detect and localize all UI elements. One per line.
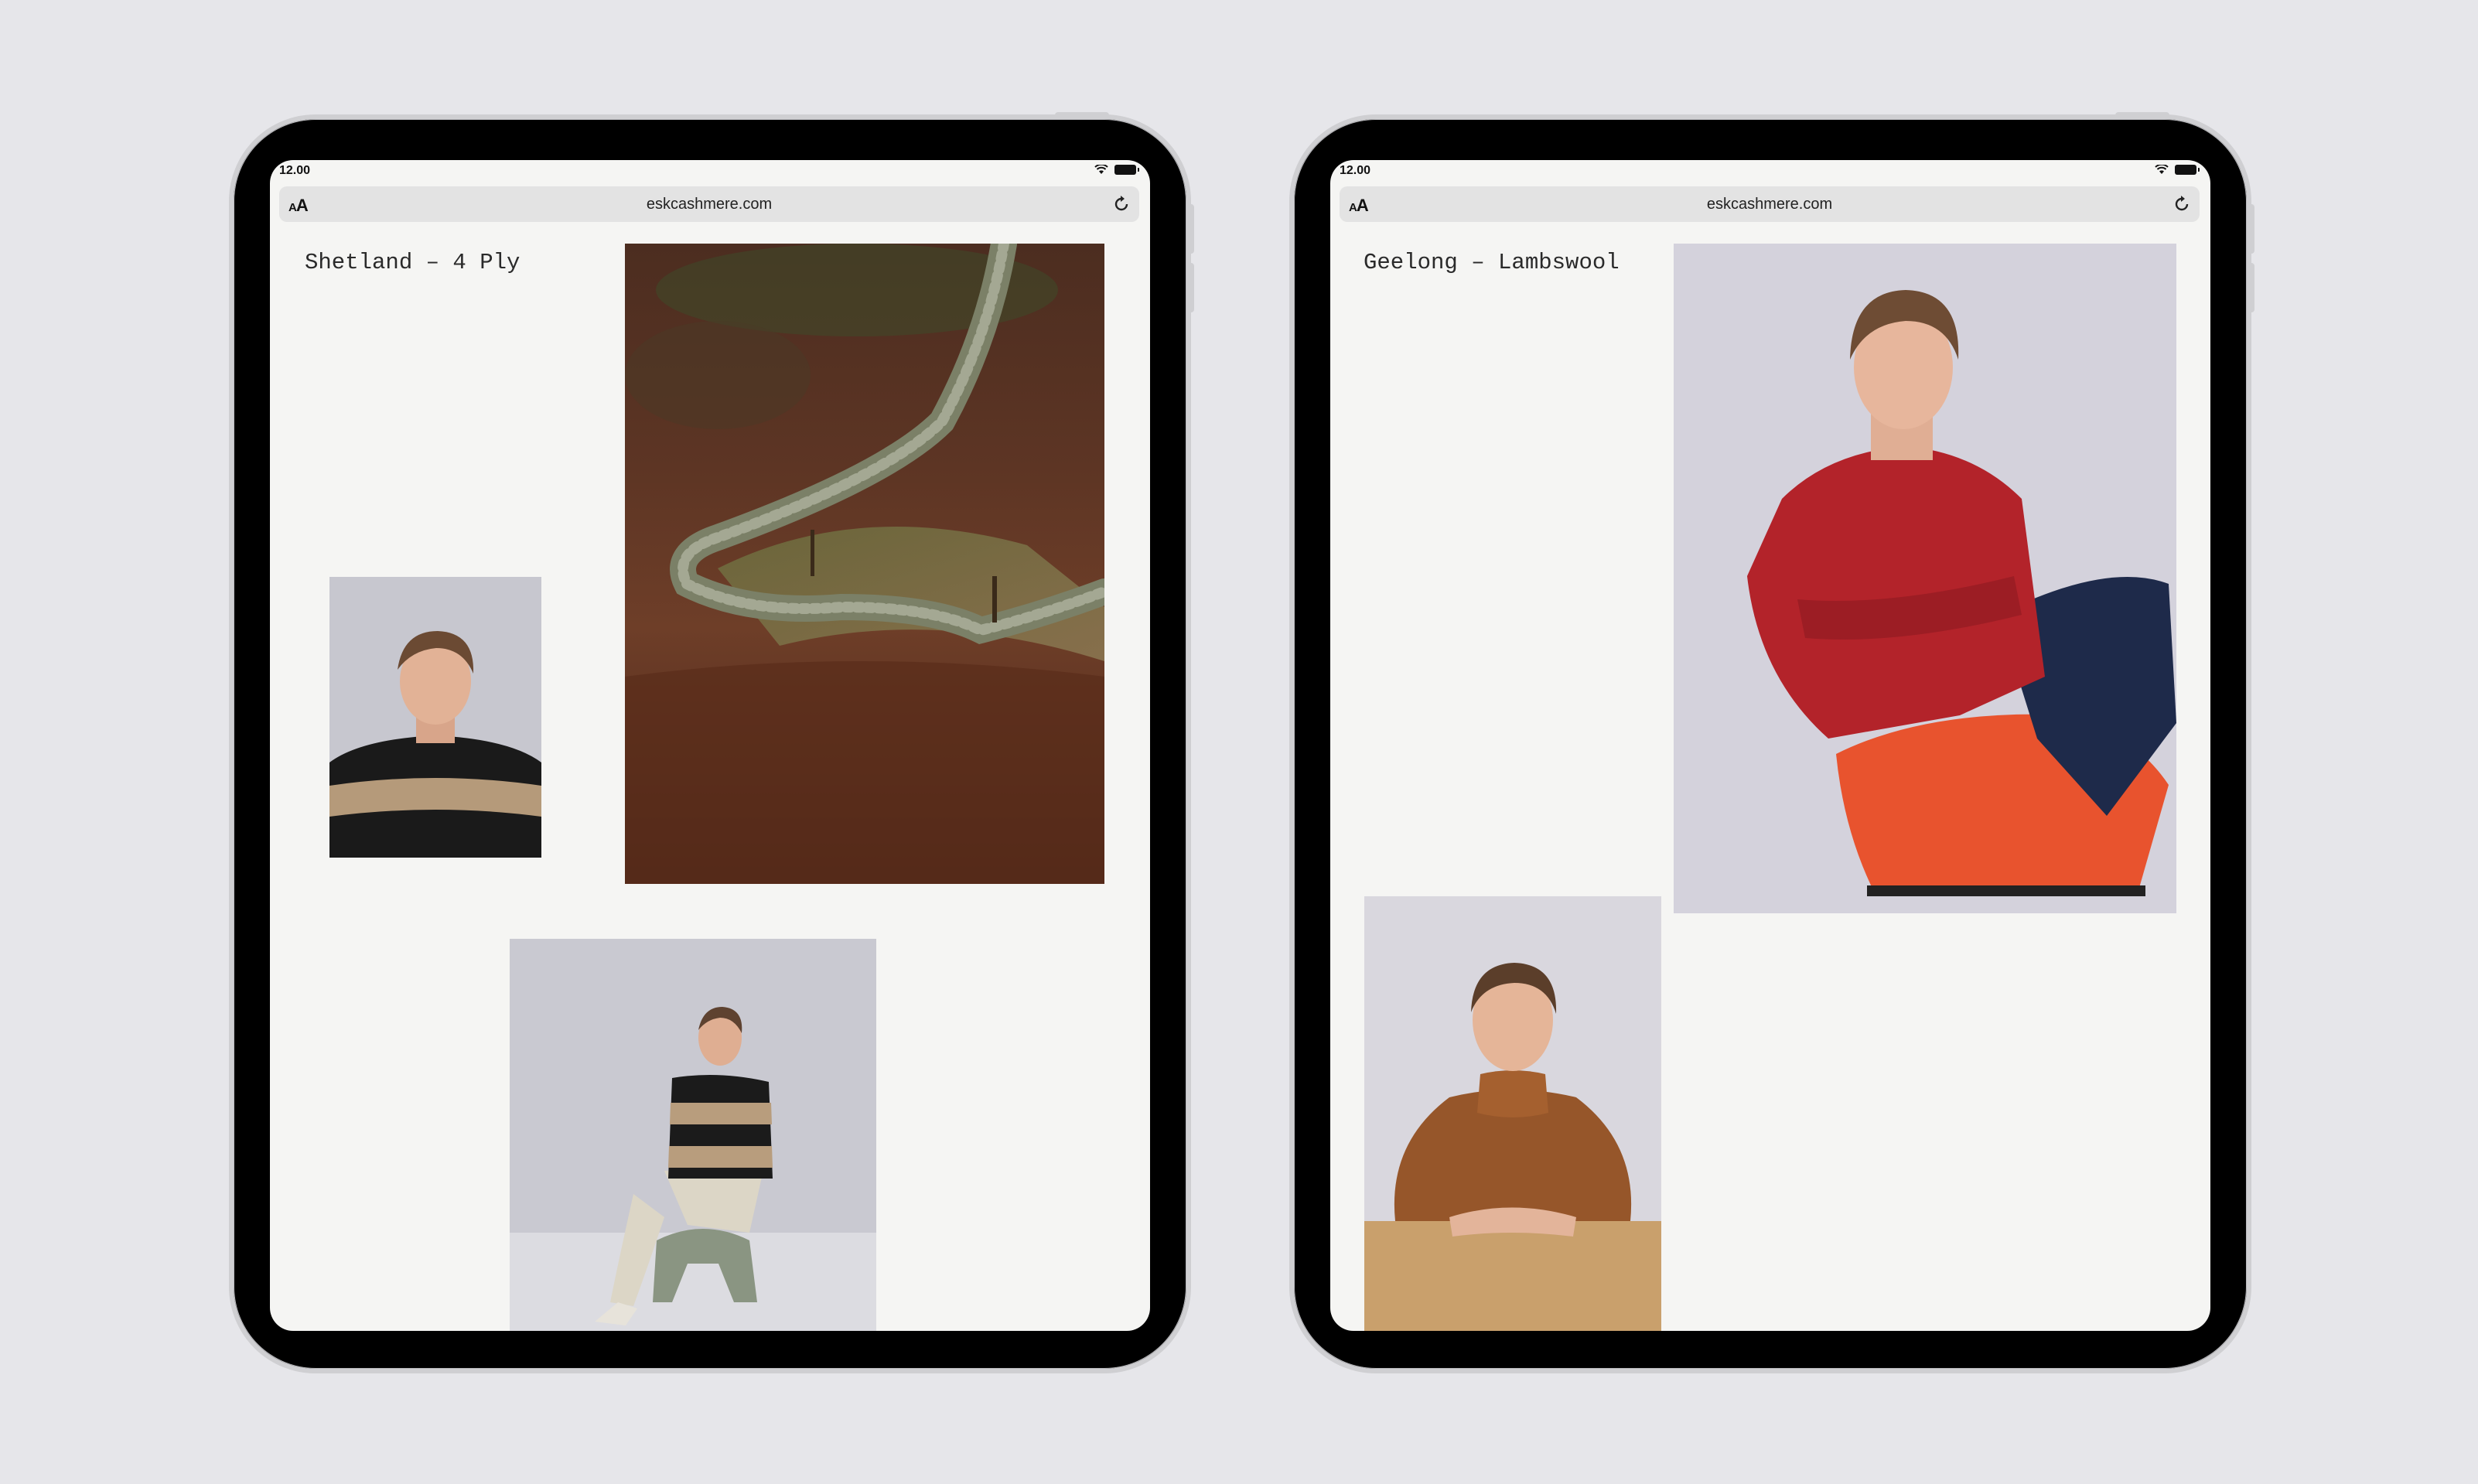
top-button [2115, 112, 2169, 119]
volume-down-button [1186, 263, 1194, 312]
portrait-photo-striped[interactable] [329, 577, 541, 858]
address-bar[interactable]: AA eskcashmere.com [1340, 186, 2200, 222]
seated-photo-striped[interactable] [510, 939, 876, 1331]
battery-icon [2175, 165, 2200, 175]
browser-screen: 12.00 AA eskcashmere.com Shetland – 4 Pl… [270, 160, 1150, 1331]
volume-down-button [2247, 263, 2254, 312]
volume-up-button [1186, 204, 1194, 254]
top-button [1055, 112, 1109, 119]
status-time: 12.00 [279, 164, 311, 177]
browser-screen: 12.00 AA eskcashmere.com Geelong – Lambs… [1330, 160, 2210, 1331]
wifi-icon [1094, 165, 1108, 174]
battery-icon [1114, 165, 1139, 175]
product-title: Shetland – 4 Ply [305, 250, 521, 275]
status-bar: 12.00 [1330, 160, 2210, 183]
url-text[interactable]: eskcashmere.com [279, 196, 1139, 213]
product-title: Geelong – Lambswool [1364, 250, 1620, 275]
landscape-photo[interactable] [625, 244, 1104, 884]
volume-up-button [2247, 204, 2254, 254]
reload-icon[interactable] [2172, 194, 2192, 214]
wifi-icon [2155, 165, 2169, 174]
tablet-right: 12.00 AA eskcashmere.com Geelong – Lambs… [1289, 112, 2254, 1373]
turtleneck-photo[interactable] [1364, 896, 1661, 1331]
url-text[interactable]: eskcashmere.com [1340, 196, 2200, 213]
red-sweater-photo[interactable] [1674, 244, 2176, 913]
status-bar: 12.00 [270, 160, 1150, 183]
tablet-left: 12.00 AA eskcashmere.com Shetland – 4 Pl… [229, 112, 1194, 1373]
status-time: 12.00 [1340, 164, 1371, 177]
reload-icon[interactable] [1111, 194, 1131, 214]
address-bar[interactable]: AA eskcashmere.com [279, 186, 1139, 222]
